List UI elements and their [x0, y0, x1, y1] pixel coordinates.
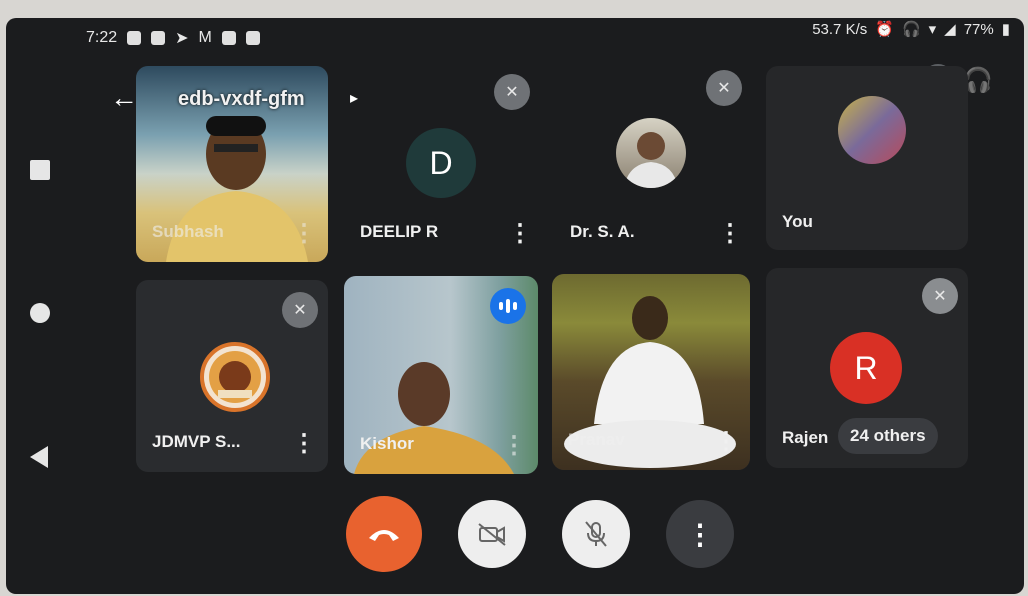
- participant-name: Kishor: [360, 434, 414, 453]
- status-left: 7:22 ➤ M: [86, 28, 260, 48]
- avatar: R: [830, 332, 902, 404]
- phone-hangup-icon: [369, 530, 399, 541]
- alarm-icon: ⏰: [875, 21, 894, 38]
- participant-name: Subhash: [152, 222, 224, 241]
- participant-name: Rajen: [782, 428, 829, 447]
- end-call-button[interactable]: [346, 496, 422, 572]
- recents-button[interactable]: [30, 160, 50, 180]
- telegram-icon: ➤: [175, 30, 189, 47]
- more-options-button[interactable]: ⋮: [666, 500, 734, 568]
- others-count-badge[interactable]: 24 others: [838, 418, 938, 454]
- more-vert-icon[interactable]: ⋮: [502, 434, 526, 458]
- status-right: 53.7 K/s ⏰ 🎧 ▾ ◢ 77% ▮: [812, 20, 1010, 39]
- participant-tile-kishor[interactable]: Kishor ⋮: [344, 276, 538, 474]
- participant-name: Dr. S. A.: [570, 222, 635, 241]
- more-vert-icon[interactable]: ⋮: [508, 222, 532, 246]
- participant-name: Pranav: [568, 430, 625, 449]
- participant-tile-jdmvp[interactable]: ✕ JDMVP S... ⋮: [136, 280, 328, 472]
- participant-name: You: [782, 212, 813, 231]
- call-controls: ⋮: [346, 496, 734, 572]
- home-button[interactable]: [30, 303, 50, 323]
- signal-icon: ◢: [944, 21, 956, 38]
- gallery-icon: [151, 31, 166, 45]
- logo-avatar: [200, 342, 270, 412]
- person-silhouette: [624, 132, 678, 188]
- wifi-icon: ▾: [928, 21, 937, 38]
- phone-screen: 7:22 ➤ M 53.7 K/s ⏰ 🎧 ▾ ◢ 77% ▮ ← edb-vx…: [6, 18, 1024, 594]
- chevron-right-icon[interactable]: ▸: [350, 88, 358, 108]
- participant-tile-others[interactable]: ✕ R Rajen 24 others: [766, 268, 968, 468]
- status-time: 7:22: [86, 29, 118, 46]
- more-vert-icon[interactable]: ⋮: [292, 222, 316, 246]
- headset-status-icon: 🎧: [901, 21, 921, 38]
- battery-icon: ▮: [1001, 21, 1010, 38]
- more-vert-icon[interactable]: ⋮: [292, 432, 316, 456]
- message-icon: [245, 31, 260, 45]
- participant-tile-pranav[interactable]: Pranav ⋮: [552, 274, 750, 470]
- back-arrow-icon[interactable]: ←: [110, 84, 138, 112]
- meeting-code[interactable]: edb-vxdf-gfm: [178, 88, 305, 111]
- avatar: D: [406, 128, 476, 198]
- status-bar: 7:22 ➤ M 53.7 K/s ⏰ 🎧 ▾ ◢ 77% ▮: [6, 18, 1024, 52]
- network-speed: 53.7 K/s: [812, 20, 868, 38]
- participant-tile-deelip[interactable]: ✕ D DEELIP R ⋮: [344, 66, 544, 262]
- more-vert-icon: ⋮: [686, 518, 714, 550]
- participant-name: JDMVP S...: [152, 432, 241, 451]
- mic-off-icon: ✕: [922, 278, 958, 314]
- logo-icon: [209, 351, 261, 403]
- android-nav-bar: [6, 18, 86, 594]
- avatar: [838, 96, 906, 164]
- instagram-icon: [221, 31, 236, 45]
- battery-level: 77%: [963, 20, 994, 38]
- participant-tile-you[interactable]: You: [766, 66, 968, 250]
- notification-icon: [127, 31, 142, 45]
- camera-toggle-button[interactable]: [458, 500, 526, 568]
- more-vert-icon[interactable]: ⋮: [718, 222, 742, 246]
- gmail-icon: M: [198, 29, 212, 46]
- mic-off-icon: ✕: [494, 74, 530, 110]
- more-vert-icon[interactable]: ⋮: [714, 430, 738, 454]
- mic-off-icon: ✕: [706, 70, 742, 106]
- participant-name: DEELIP R: [360, 222, 439, 241]
- mic-off-icon: [585, 521, 607, 547]
- mic-toggle-button[interactable]: [562, 500, 630, 568]
- avatar: [616, 118, 686, 188]
- camera-off-icon: [478, 523, 506, 546]
- speaking-indicator-icon: [490, 288, 526, 324]
- mic-off-icon: ✕: [282, 292, 318, 328]
- participant-tile-drsa[interactable]: ✕ Dr. S. A. ⋮: [554, 66, 754, 262]
- back-button[interactable]: [30, 446, 48, 468]
